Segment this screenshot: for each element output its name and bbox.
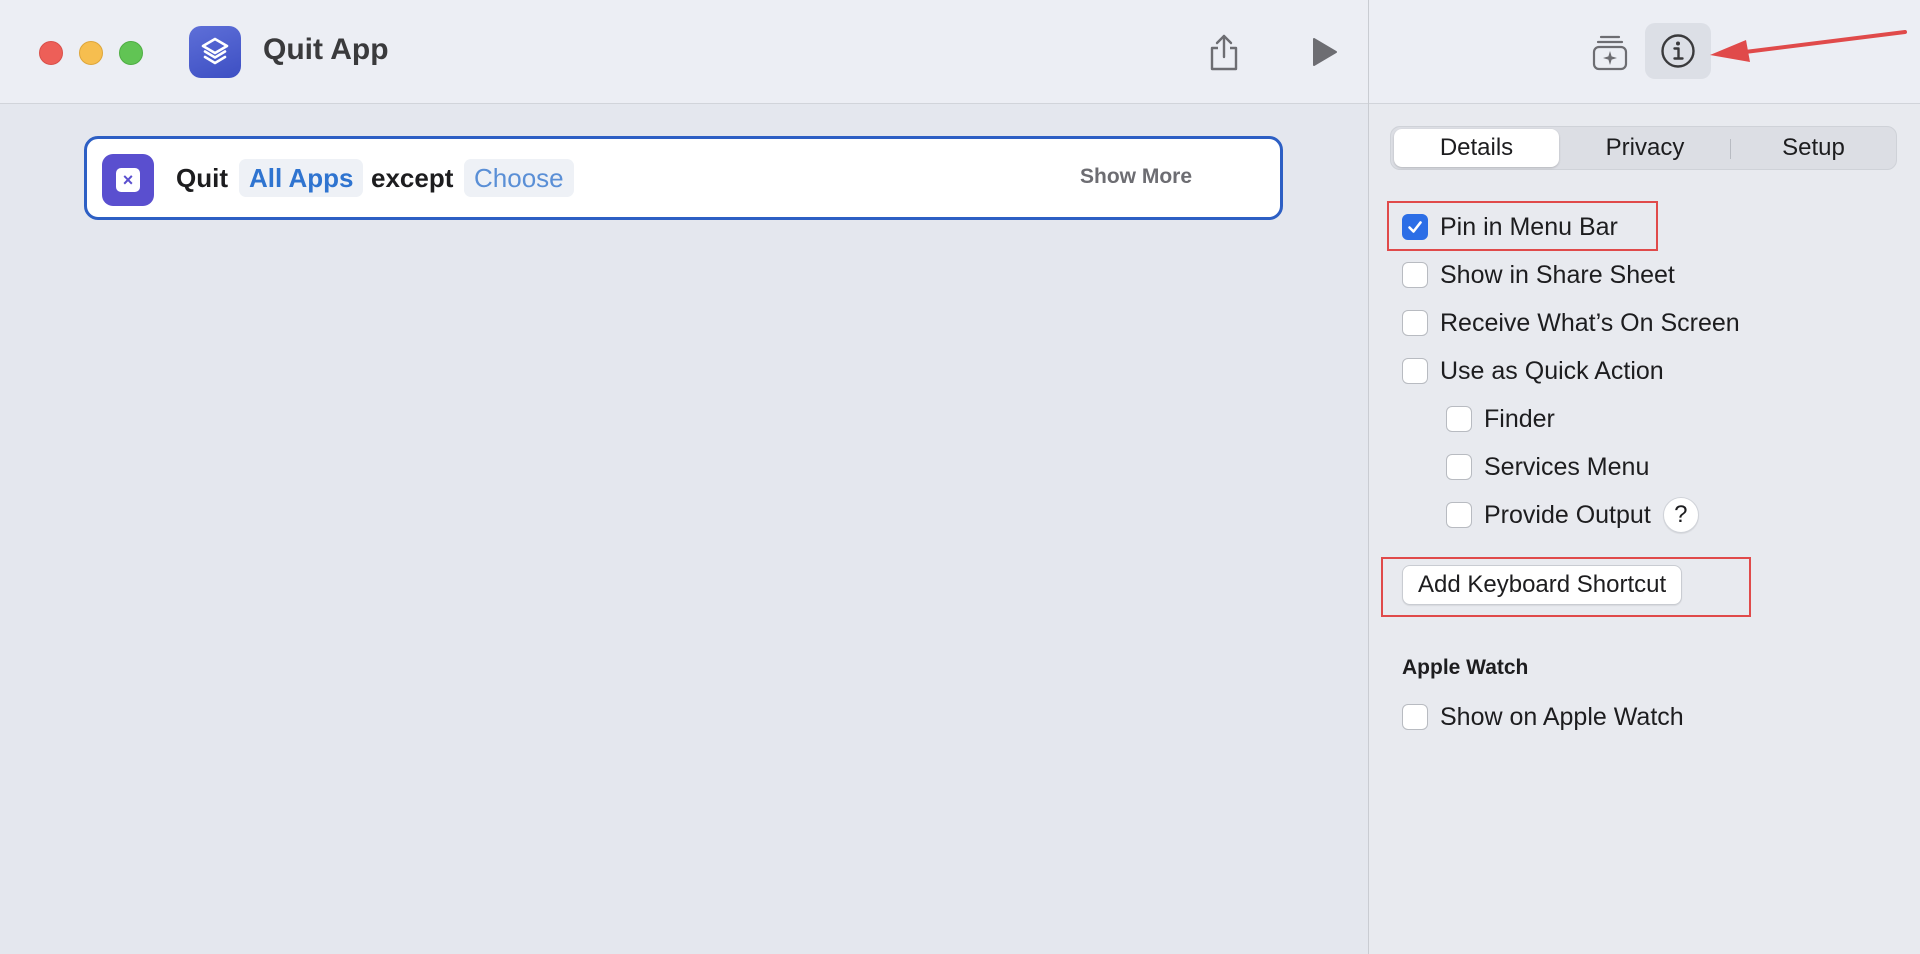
- quit-action-icon: ×: [102, 154, 154, 206]
- choose-exception-parameter[interactable]: Choose: [464, 159, 574, 197]
- sidebar-tab-control: Details Privacy Setup: [1390, 126, 1897, 170]
- shortcuts-window: Quit App × Quit All Apps except Choose S…: [0, 0, 1920, 954]
- show-in-share-sheet-label: Show in Share Sheet: [1440, 260, 1675, 289]
- shortcuts-app-icon: [189, 26, 241, 78]
- receive-on-screen-label: Receive What’s On Screen: [1440, 308, 1740, 337]
- annotation-arrow-icon: [1710, 30, 1907, 62]
- services-menu-label: Services Menu: [1484, 452, 1650, 481]
- tab-details[interactable]: Details: [1394, 129, 1559, 167]
- provide-output-checkbox[interactable]: [1446, 502, 1472, 528]
- layers-icon: [201, 37, 229, 65]
- finder-label: Finder: [1484, 404, 1555, 433]
- receive-on-screen-option[interactable]: Receive What’s On Screen: [1402, 306, 1740, 340]
- finder-checkbox[interactable]: [1446, 406, 1472, 432]
- details-sidebar: Details Privacy Setup Pin in Menu Bar Sh…: [1369, 0, 1920, 954]
- keyboard-shortcut-highlight: [1381, 557, 1751, 617]
- apple-watch-heading: Apple Watch: [1402, 656, 1529, 679]
- help-button[interactable]: ?: [1662, 497, 1699, 533]
- shortcut-title[interactable]: Quit App: [263, 33, 389, 67]
- share-icon: [1210, 34, 1238, 71]
- show-more-button[interactable]: Show More: [1080, 165, 1192, 189]
- run-shortcut-button[interactable]: [1300, 28, 1348, 76]
- all-apps-parameter[interactable]: All Apps: [239, 159, 364, 197]
- info-icon: [1661, 34, 1695, 68]
- provide-output-label: Provide Output: [1484, 500, 1651, 529]
- play-icon: [1313, 38, 1337, 66]
- tab-privacy[interactable]: Privacy: [1561, 129, 1729, 167]
- services-menu-checkbox[interactable]: [1446, 454, 1472, 480]
- title-bar: Quit App: [0, 0, 1368, 104]
- show-on-apple-watch-checkbox[interactable]: [1402, 704, 1428, 730]
- editor-pane: Quit App × Quit All Apps except Choose S…: [0, 0, 1368, 954]
- pin-in-menu-bar-highlight: [1387, 201, 1658, 251]
- quit-app-action[interactable]: × Quit All Apps except Choose Show More: [84, 136, 1283, 220]
- show-on-apple-watch-option[interactable]: Show on Apple Watch: [1402, 700, 1684, 734]
- show-on-apple-watch-label: Show on Apple Watch: [1440, 702, 1684, 731]
- show-in-share-sheet-checkbox[interactable]: [1402, 262, 1428, 288]
- action-connector: except: [371, 163, 454, 193]
- use-as-quick-action-checkbox[interactable]: [1402, 358, 1428, 384]
- receive-on-screen-checkbox[interactable]: [1402, 310, 1428, 336]
- close-icon: ×: [116, 168, 140, 192]
- share-button[interactable]: [1200, 28, 1248, 76]
- tab-setup[interactable]: Setup: [1731, 129, 1896, 167]
- finder-option[interactable]: Finder: [1446, 402, 1555, 436]
- library-icon: [1592, 35, 1628, 71]
- show-in-share-sheet-option[interactable]: Show in Share Sheet: [1402, 258, 1675, 292]
- services-menu-option[interactable]: Services Menu: [1446, 450, 1649, 484]
- close-window-button[interactable]: [39, 41, 63, 65]
- provide-output-option[interactable]: Provide Output ?: [1446, 497, 1699, 533]
- use-as-quick-action-label: Use as Quick Action: [1440, 356, 1664, 385]
- action-library-button[interactable]: [1577, 24, 1643, 80]
- minimize-window-button[interactable]: [79, 41, 103, 65]
- use-as-quick-action-option[interactable]: Use as Quick Action: [1402, 354, 1664, 388]
- zoom-window-button[interactable]: [119, 41, 143, 65]
- action-verb: Quit: [176, 163, 228, 193]
